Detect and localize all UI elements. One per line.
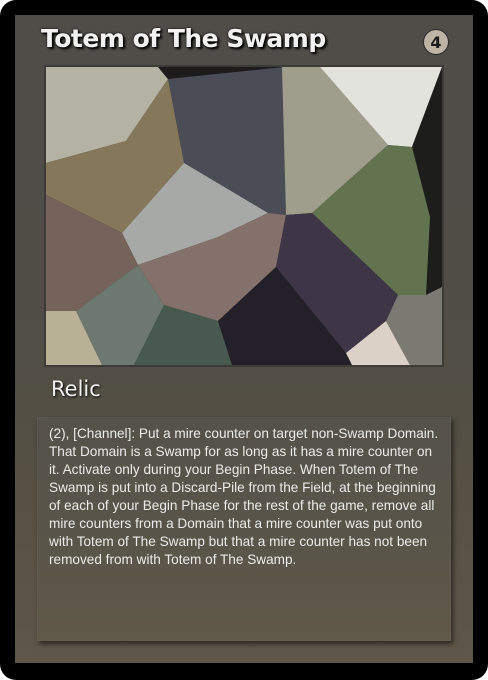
card-art (46, 67, 442, 365)
rules-textbox: (2), [Channel]: Put a mire counter on ta… (37, 417, 451, 641)
card-title: Totem of The Swamp (41, 24, 326, 53)
voronoi-art (46, 67, 442, 365)
card[interactable]: Totem of The Swamp 4 Relic (2), [Channel… (0, 0, 488, 680)
cost-value: 4 (430, 32, 442, 52)
rules-text: (2), [Channel]: Put a mire counter on ta… (49, 426, 439, 567)
mana-cost-icon: 4 (424, 30, 448, 54)
card-type-line: Relic (51, 377, 101, 401)
